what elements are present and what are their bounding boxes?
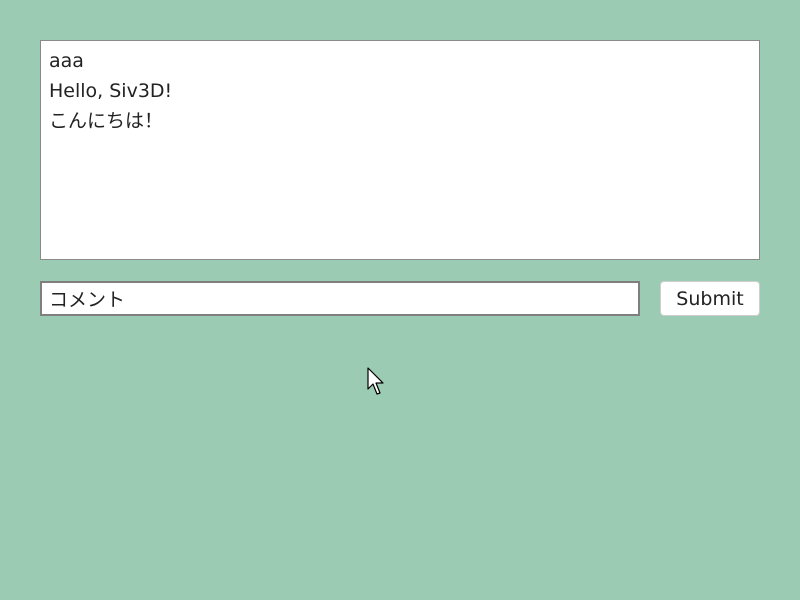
- arrow-pointer-icon: [367, 367, 384, 395]
- chat-line: Hello, Siv3D!: [49, 80, 173, 102]
- submit-button[interactable]: Submit: [660, 281, 760, 316]
- comment-input[interactable]: [40, 281, 640, 316]
- chat-line: aaa: [49, 50, 84, 72]
- chat-log: aaa Hello, Siv3D! こんにちは！: [40, 40, 760, 260]
- chat-line: こんにちは！: [49, 110, 164, 132]
